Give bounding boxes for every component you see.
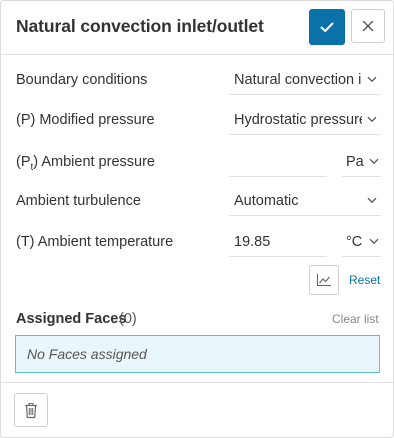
chevron-down-icon [369,238,379,245]
ambient-pressure-row: (Pt) Ambient pressure Pa [16,147,382,177]
boundary-conditions-value: Natural convection inlet/outlet [234,72,362,88]
modified-pressure-value: Hydrostatic pressure [234,112,362,128]
boundary-condition-panel: Natural convection inlet/outlet Boundary… [0,0,394,438]
reset-link[interactable]: Reset [349,273,380,287]
panel-title: Natural convection inlet/outlet [16,16,264,36]
clear-list-link[interactable]: Clear list [332,312,379,326]
delete-button[interactable] [14,393,48,427]
check-icon [320,22,334,32]
chart-icon [316,274,331,287]
close-icon [362,20,374,32]
trash-icon [25,402,37,418]
chevron-down-icon [367,116,377,123]
chevron-down-icon [367,76,377,83]
ambient-pressure-unit-select[interactable]: Pa [342,147,381,177]
ambient-temperature-input[interactable]: 19.85 [229,227,327,257]
chevron-down-icon [369,158,379,165]
modified-pressure-label: (P) Modified pressure [16,112,155,128]
panel-header: Natural convection inlet/outlet [1,1,393,55]
no-faces-text: No Faces assigned [27,346,147,362]
boundary-conditions-label: Boundary conditions [16,72,148,88]
boundary-conditions-row: Boundary conditions Natural convection i… [16,65,382,95]
footer-divider [1,382,393,383]
ambient-pressure-label: (Pt) Ambient pressure [16,154,155,173]
modified-pressure-row: (P) Modified pressure Hydrostatic pressu… [16,105,382,135]
modified-pressure-select[interactable]: Hydrostatic pressure [229,105,381,135]
confirm-button[interactable] [309,9,345,45]
ambient-turbulence-select[interactable]: Automatic [229,186,381,216]
ambient-turbulence-row: Ambient turbulence Automatic [16,186,382,216]
ambient-temperature-unit-select[interactable]: °C [342,227,381,257]
assigned-faces-count: (0) [119,311,137,327]
ambient-temperature-row: (T) Ambient temperature 19.85 °C [16,227,382,257]
ambient-turbulence-label: Ambient turbulence [16,193,141,209]
assigned-faces-title: Assigned Faces [16,311,127,327]
assigned-faces-box[interactable]: No Faces assigned [15,335,380,373]
boundary-conditions-select[interactable]: Natural convection inlet/outlet [229,65,381,95]
ambient-temperature-label: (T) Ambient temperature [16,234,174,250]
ambient-temperature-value: 19.85 [234,234,271,250]
table-chart-button[interactable] [309,265,339,295]
close-button[interactable] [351,9,385,43]
ambient-pressure-input[interactable] [229,147,327,177]
chevron-down-icon [367,197,377,204]
ambient-turbulence-value: Automatic [234,193,299,209]
ambient-temperature-unit: °C [346,234,363,250]
ambient-pressure-unit: Pa [346,154,364,170]
